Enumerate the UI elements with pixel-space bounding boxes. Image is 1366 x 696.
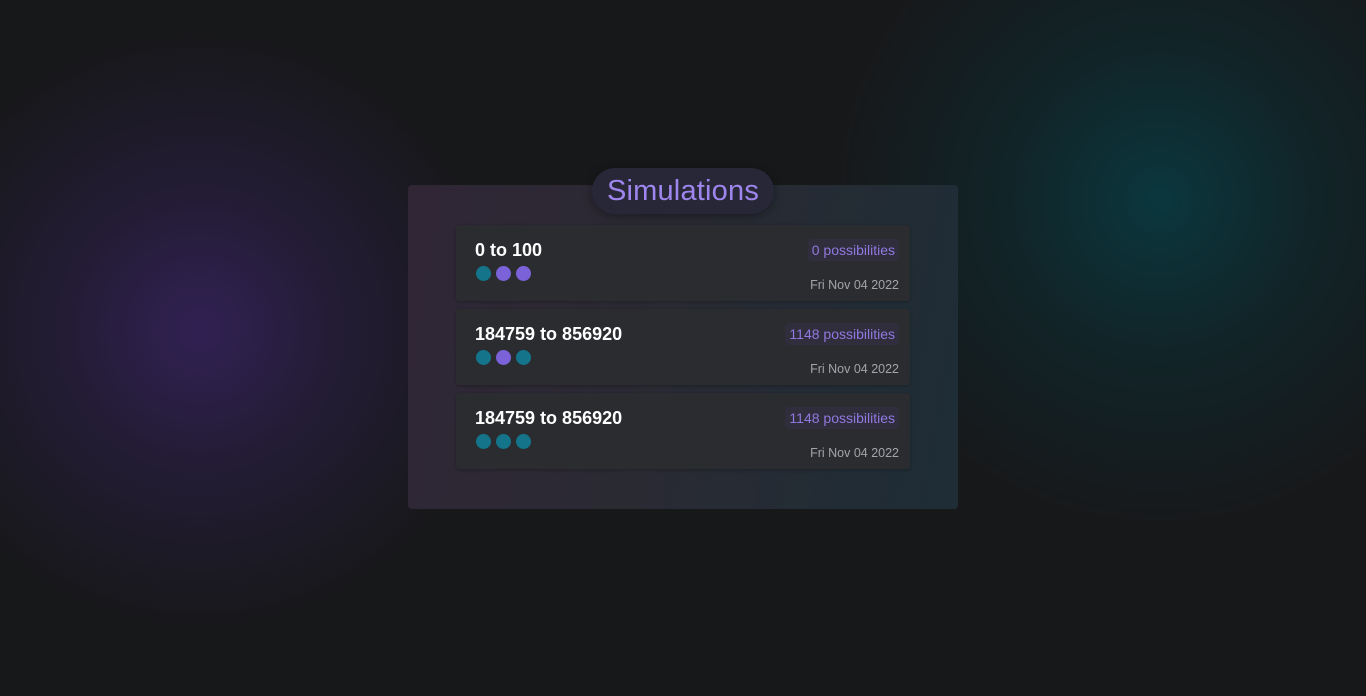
simulation-title: 0 to 100 <box>475 240 543 260</box>
status-dots <box>476 266 531 281</box>
possibilities-badge: 0 possibilities <box>807 239 899 261</box>
status-dot <box>496 434 511 449</box>
status-dot <box>496 266 511 281</box>
simulation-title: 184759 to 856920 <box>475 324 623 344</box>
simulation-date: Fri Nov 04 2022 <box>810 446 899 460</box>
status-dots <box>476 434 531 449</box>
simulation-card[interactable]: 184759 to 856920 1148 possibilities Fri … <box>456 309 910 385</box>
simulation-card[interactable]: 184759 to 856920 1148 possibilities Fri … <box>456 393 910 469</box>
status-dot <box>476 266 491 281</box>
status-dot <box>516 434 531 449</box>
simulation-list: 0 to 100 0 possibilities Fri Nov 04 2022… <box>456 225 910 477</box>
page-title-pill: Simulations <box>592 168 774 214</box>
simulation-card[interactable]: 0 to 100 0 possibilities Fri Nov 04 2022 <box>456 225 910 301</box>
status-dot <box>476 434 491 449</box>
possibilities-badge: 1148 possibilities <box>785 407 899 429</box>
status-dot <box>476 350 491 365</box>
possibilities-badge: 1148 possibilities <box>785 323 899 345</box>
simulation-date: Fri Nov 04 2022 <box>810 278 899 292</box>
status-dots <box>476 350 531 365</box>
status-dot <box>516 266 531 281</box>
simulation-date: Fri Nov 04 2022 <box>810 362 899 376</box>
status-dot <box>516 350 531 365</box>
status-dot <box>496 350 511 365</box>
simulation-title: 184759 to 856920 <box>475 408 623 428</box>
page-title: Simulations <box>606 174 760 207</box>
